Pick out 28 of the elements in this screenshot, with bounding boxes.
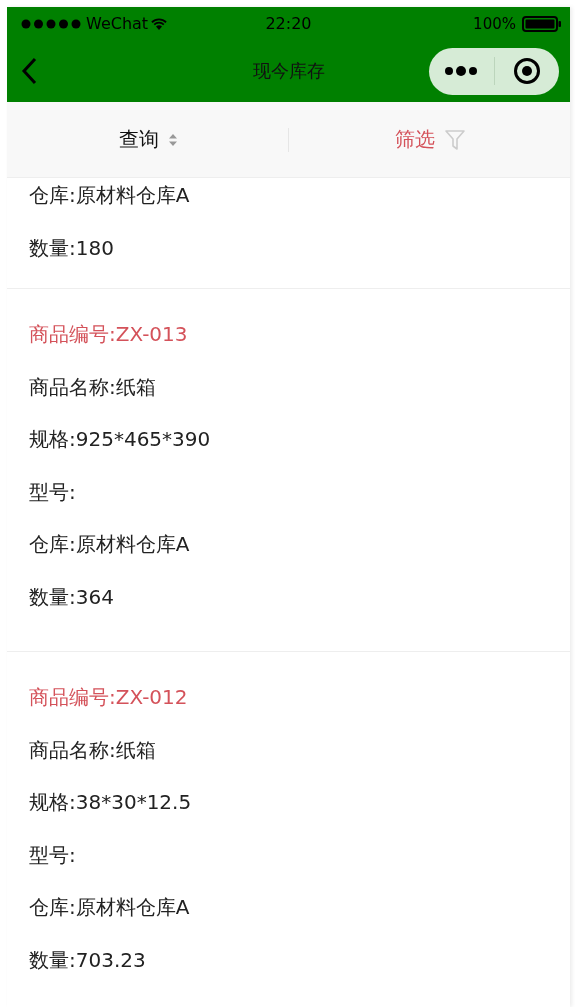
sort-icon (168, 133, 177, 146)
page-title: 现今库存 (252, 59, 325, 83)
battery-percent: 100% (473, 14, 516, 33)
status-time: 22:20 (265, 14, 312, 33)
filter-button[interactable]: 筛选 (394, 126, 435, 153)
product-detail: 型号: (29, 478, 77, 506)
product-detail: 商品名称:纸箱 (29, 373, 157, 401)
product-detail: 仓库:原材料仓库A (29, 894, 191, 921)
back-button[interactable] (21, 57, 37, 85)
carrier-name: WeChat (86, 14, 149, 33)
dots-icon (444, 65, 479, 77)
signal-icon (21, 18, 83, 29)
battery-icon (522, 15, 562, 32)
product-detail: 商品名称:纸箱 (29, 736, 157, 764)
product-detail: 数量:703.23 (29, 946, 147, 974)
product-detail: 仓库:原材料仓库A (29, 182, 191, 209)
wifi-icon (151, 17, 168, 30)
product-detail: 规格:38*30*12.5 (29, 789, 193, 816)
product-detail: 数量:180 (29, 234, 115, 262)
query-button[interactable]: 查询 (118, 126, 159, 153)
filter-icon (444, 129, 465, 150)
product-code: 商品编号:ZX-013 (29, 321, 189, 348)
product-detail: 规格:925*465*390 (29, 426, 212, 453)
product-detail: 数量:364 (29, 583, 115, 611)
product-detail: 型号: (29, 841, 77, 869)
product-detail: 仓库:原材料仓库A (29, 531, 191, 558)
product-code: 商品编号:ZX-012 (29, 684, 189, 711)
target-icon (512, 57, 541, 85)
